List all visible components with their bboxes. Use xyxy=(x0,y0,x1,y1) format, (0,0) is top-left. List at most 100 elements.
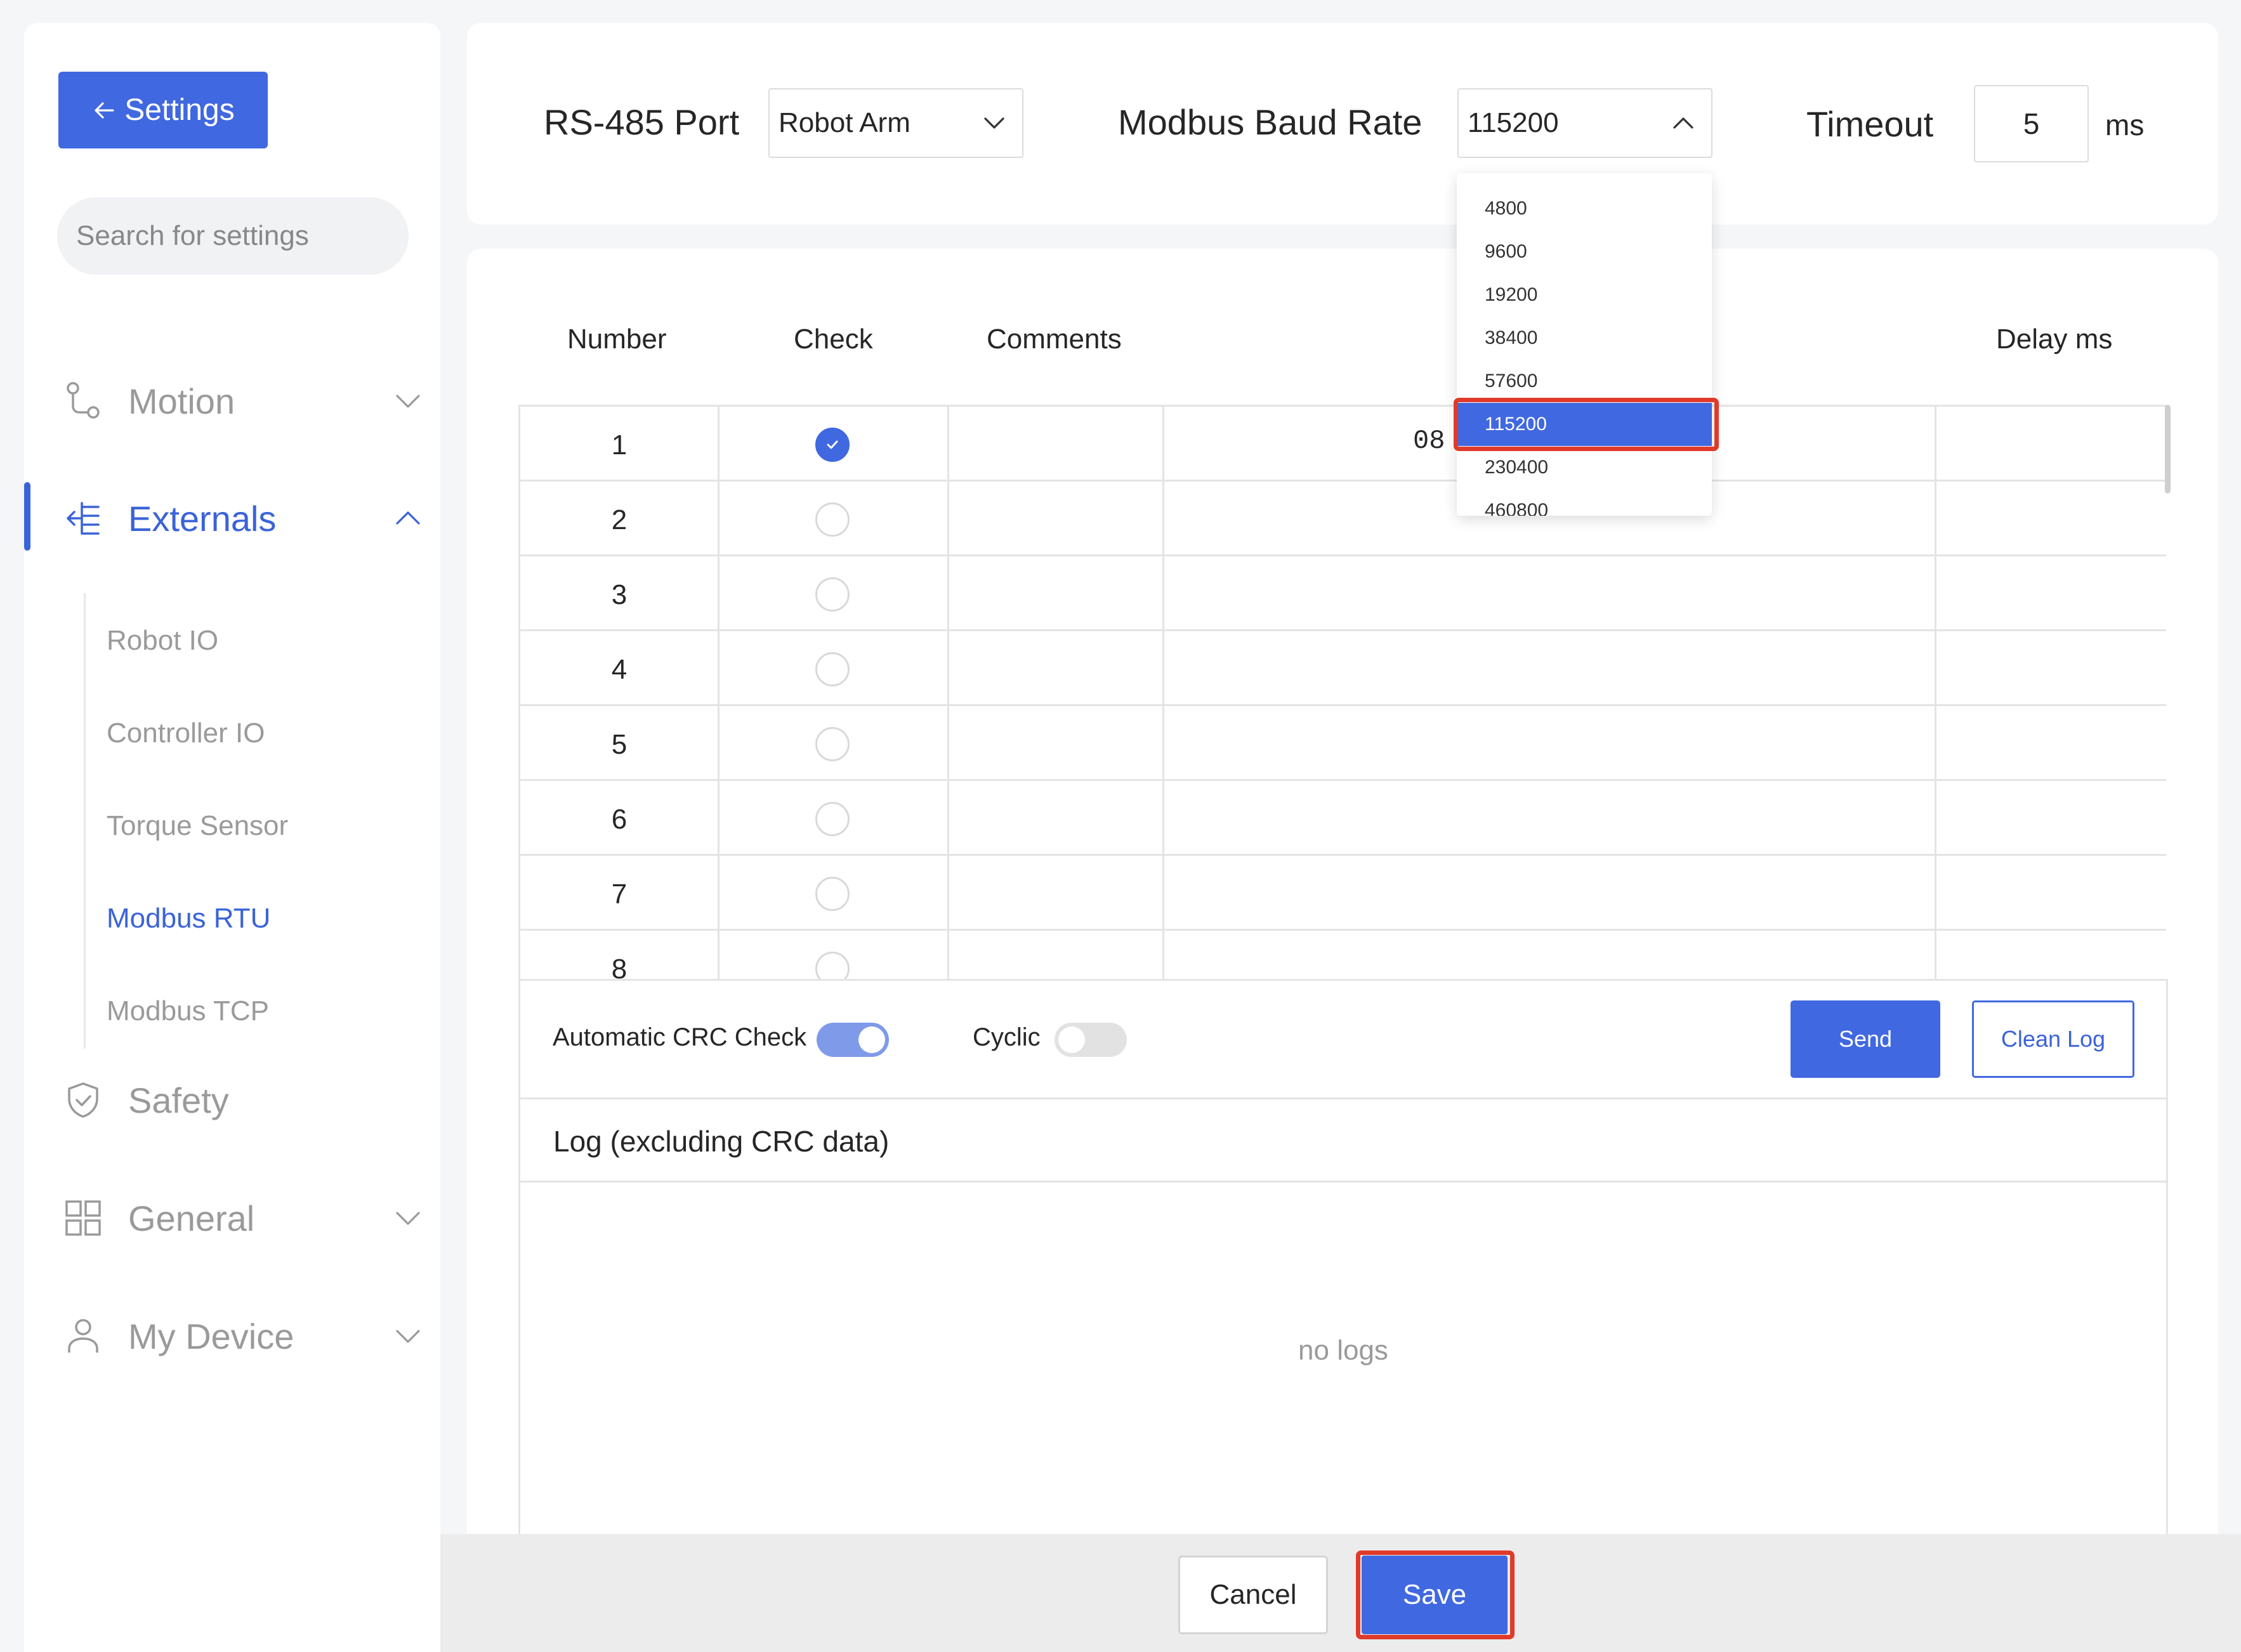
cyclic-toggle[interactable] xyxy=(1055,1023,1127,1057)
log-title: Log (excluding CRC data) xyxy=(553,1125,890,1158)
baud-rate-label: Modbus Baud Rate xyxy=(1118,102,1423,142)
row-check-radio[interactable] xyxy=(815,952,850,981)
settings-search-input[interactable] xyxy=(76,220,441,252)
row-number: 4 xyxy=(611,654,628,685)
row-number: 2 xyxy=(611,504,628,535)
back-button-label: Settings xyxy=(124,93,235,127)
sidebar-item-modbus-tcp[interactable]: Modbus TCP xyxy=(107,986,269,1037)
row-check-radio[interactable] xyxy=(815,577,850,612)
toggle-knob xyxy=(858,1026,885,1053)
table-row[interactable]: 6 xyxy=(520,781,2166,856)
chevron-down-icon xyxy=(396,1212,420,1225)
sidebar-item-controller-io[interactable]: Controller IO xyxy=(107,708,265,759)
cyclic-label: Cyclic xyxy=(973,1023,1041,1051)
grid-icon xyxy=(61,1196,105,1240)
baud-rate-dropdown: 4800 9600 19200 38400 57600 115200 23040… xyxy=(1457,173,1712,516)
chevron-down-icon xyxy=(396,1330,420,1343)
user-icon xyxy=(61,1314,105,1358)
timeout-input[interactable]: 5 xyxy=(1974,85,2089,162)
sidebar-item-modbus-rtu[interactable]: Modbus RTU xyxy=(107,893,270,944)
baud-option[interactable]: 57600 xyxy=(1457,360,1712,403)
sidebar-item-label: Controller IO xyxy=(107,718,265,749)
timeout-label: Timeout xyxy=(1806,104,1934,144)
rs485-port-value: Robot Arm xyxy=(779,107,910,138)
baud-option[interactable]: 4800 xyxy=(1457,187,1712,230)
nav-group-label: Motion xyxy=(128,381,235,421)
rs485-port-label: RS-485 Port xyxy=(544,102,740,142)
column-header-check: Check xyxy=(794,324,873,355)
nav-group-externals[interactable]: Externals xyxy=(61,487,423,550)
baud-option[interactable]: 230400 xyxy=(1457,446,1712,489)
column-header-delay: Delay ms xyxy=(1996,324,2113,355)
row-number: 6 xyxy=(611,804,628,835)
row-number: 5 xyxy=(611,729,628,760)
timeout-unit: ms xyxy=(2105,108,2145,141)
sidebar-item-label: Robot IO xyxy=(107,625,219,656)
crc-check-label: Automatic CRC Check xyxy=(553,1023,807,1051)
nav-group-my-device[interactable]: My Device xyxy=(61,1304,423,1368)
nav-group-label: My Device xyxy=(128,1316,294,1356)
clean-log-button[interactable]: Clean Log xyxy=(1972,1000,2134,1078)
nav-group-general[interactable]: General xyxy=(61,1186,423,1250)
baud-rate-value: 115200 xyxy=(1468,107,1559,138)
column-header-number: Number xyxy=(567,324,667,355)
table-row[interactable]: 1 08 xyxy=(520,407,2166,482)
chevron-up-icon xyxy=(1673,117,1693,129)
arrow-left-icon xyxy=(95,102,114,119)
nav-group-safety[interactable]: Safety xyxy=(61,1068,423,1132)
nav-group-label: Safety xyxy=(128,1080,229,1120)
sidebar-item-robot-io[interactable]: Robot IO xyxy=(107,615,218,666)
sidebar-item-label: Torque Sensor xyxy=(107,810,289,841)
baud-rate-select[interactable]: 115200 xyxy=(1457,88,1712,158)
check-icon xyxy=(827,440,838,449)
row-check-radio[interactable] xyxy=(815,802,850,836)
settings-search[interactable] xyxy=(57,197,441,275)
selected-option-highlight xyxy=(1454,398,1719,451)
table-row[interactable]: 8 xyxy=(520,931,2166,981)
rs485-port-select[interactable]: Robot Arm xyxy=(768,88,1023,158)
send-button[interactable]: Send xyxy=(1791,1000,1940,1078)
command-table: 1 08 2 3 4 5 6 7 8 xyxy=(518,405,2166,981)
externals-icon xyxy=(61,496,105,541)
baud-option[interactable]: 460800 xyxy=(1457,489,1712,516)
row-check-radio[interactable] xyxy=(815,877,850,911)
log-output-area: no logs xyxy=(518,1183,2168,1538)
crc-check-toggle[interactable] xyxy=(817,1023,889,1057)
subtree-divider xyxy=(84,593,86,1049)
row-data-value[interactable]: 08 xyxy=(1413,426,1445,456)
table-scrollbar[interactable] xyxy=(2165,405,2171,494)
row-check-radio[interactable] xyxy=(815,652,850,686)
table-row[interactable]: 7 xyxy=(520,856,2166,931)
nav-group-label: Externals xyxy=(128,498,277,539)
row-number: 1 xyxy=(611,429,628,461)
sidebar-item-torque-sensor[interactable]: Torque Sensor xyxy=(107,801,288,851)
table-row[interactable]: 3 xyxy=(520,556,2166,631)
nav-group-label: General xyxy=(128,1198,255,1238)
row-check-radio[interactable] xyxy=(815,428,850,462)
sidebar-item-label: Modbus TCP xyxy=(107,995,269,1026)
row-number: 7 xyxy=(611,879,628,910)
toggle-knob xyxy=(1058,1026,1085,1053)
sidebar-item-label: Modbus RTU xyxy=(107,903,271,934)
baud-option[interactable]: 9600 xyxy=(1457,230,1712,273)
cancel-button[interactable]: Cancel xyxy=(1178,1556,1328,1634)
footer-bar xyxy=(440,1534,2241,1652)
table-row[interactable]: 5 xyxy=(520,706,2166,781)
row-number: 3 xyxy=(611,579,628,610)
nav-group-motion[interactable]: Motion xyxy=(61,369,423,433)
baud-option[interactable]: 19200 xyxy=(1457,273,1712,317)
row-check-radio[interactable] xyxy=(815,502,850,537)
row-check-radio[interactable] xyxy=(815,727,850,761)
chevron-up-icon xyxy=(396,511,420,525)
shield-icon xyxy=(61,1078,105,1122)
baud-option[interactable]: 38400 xyxy=(1457,317,1712,360)
timeout-value: 5 xyxy=(2023,107,2040,140)
column-header-comments: Comments xyxy=(987,324,1122,355)
table-row[interactable]: 2 xyxy=(520,482,2166,556)
back-to-settings-button[interactable]: Settings xyxy=(58,72,268,148)
row-number: 8 xyxy=(611,954,628,981)
save-button[interactable]: Save xyxy=(1362,1556,1508,1634)
chevron-down-icon xyxy=(396,395,420,408)
table-row[interactable]: 4 xyxy=(520,631,2166,706)
chevron-down-icon xyxy=(984,117,1004,129)
